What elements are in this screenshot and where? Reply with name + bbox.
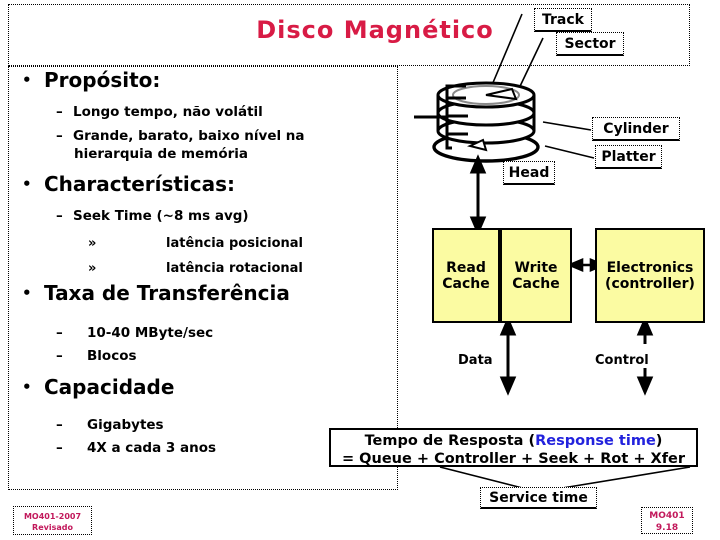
label-service-time: Service time <box>480 487 597 509</box>
read-cache-box: Read Cache <box>432 228 500 323</box>
arrow-disk-to-cache <box>469 154 487 236</box>
leader-cylinder <box>542 121 592 131</box>
footer-left-line1: MO401-2007 <box>23 512 82 521</box>
label-platter: Platter <box>595 145 662 169</box>
response-time-line2: = Queue + Controller + Seek + Rot + Xfer <box>341 451 685 467</box>
write-cache-box: Write Cache <box>500 228 572 323</box>
read-cache-line1: Read <box>446 259 486 276</box>
response-time-box: Tempo de Resposta (Response time) = Queu… <box>329 428 698 467</box>
footer-right-line1: MO401 <box>649 511 685 521</box>
footer-right-line2: 9.18 <box>655 523 679 533</box>
label-head: Head <box>503 161 555 185</box>
footer-left: MO401-2007 Revisado <box>13 506 92 535</box>
read-cache-line2: Cache <box>442 275 490 292</box>
response-time-line1: Tempo de Resposta (Response time) <box>331 432 696 450</box>
electronics-line2: (controller) <box>605 275 695 292</box>
label-data: Data <box>458 353 493 368</box>
electronics-box: Electronics (controller) <box>595 228 705 323</box>
footer-right: MO401 9.18 <box>641 507 693 534</box>
response-time-en: Response time <box>535 433 656 449</box>
label-sector: Sector <box>556 32 624 56</box>
leader-platter <box>544 145 595 159</box>
response-time-suffix: ) <box>655 433 663 449</box>
label-track: Track <box>534 8 592 32</box>
write-cache-line1: Write <box>514 259 558 276</box>
write-cache-line2: Cache <box>512 275 560 292</box>
electronics-line1: Electronics <box>606 259 694 276</box>
label-cylinder: Cylinder <box>592 117 680 141</box>
leader-track <box>491 13 523 86</box>
response-time-prefix: Tempo de Resposta ( <box>364 433 536 449</box>
footer-left-line2: Revisado <box>32 523 73 532</box>
label-control: Control <box>595 353 649 368</box>
arrow-data <box>499 316 517 396</box>
